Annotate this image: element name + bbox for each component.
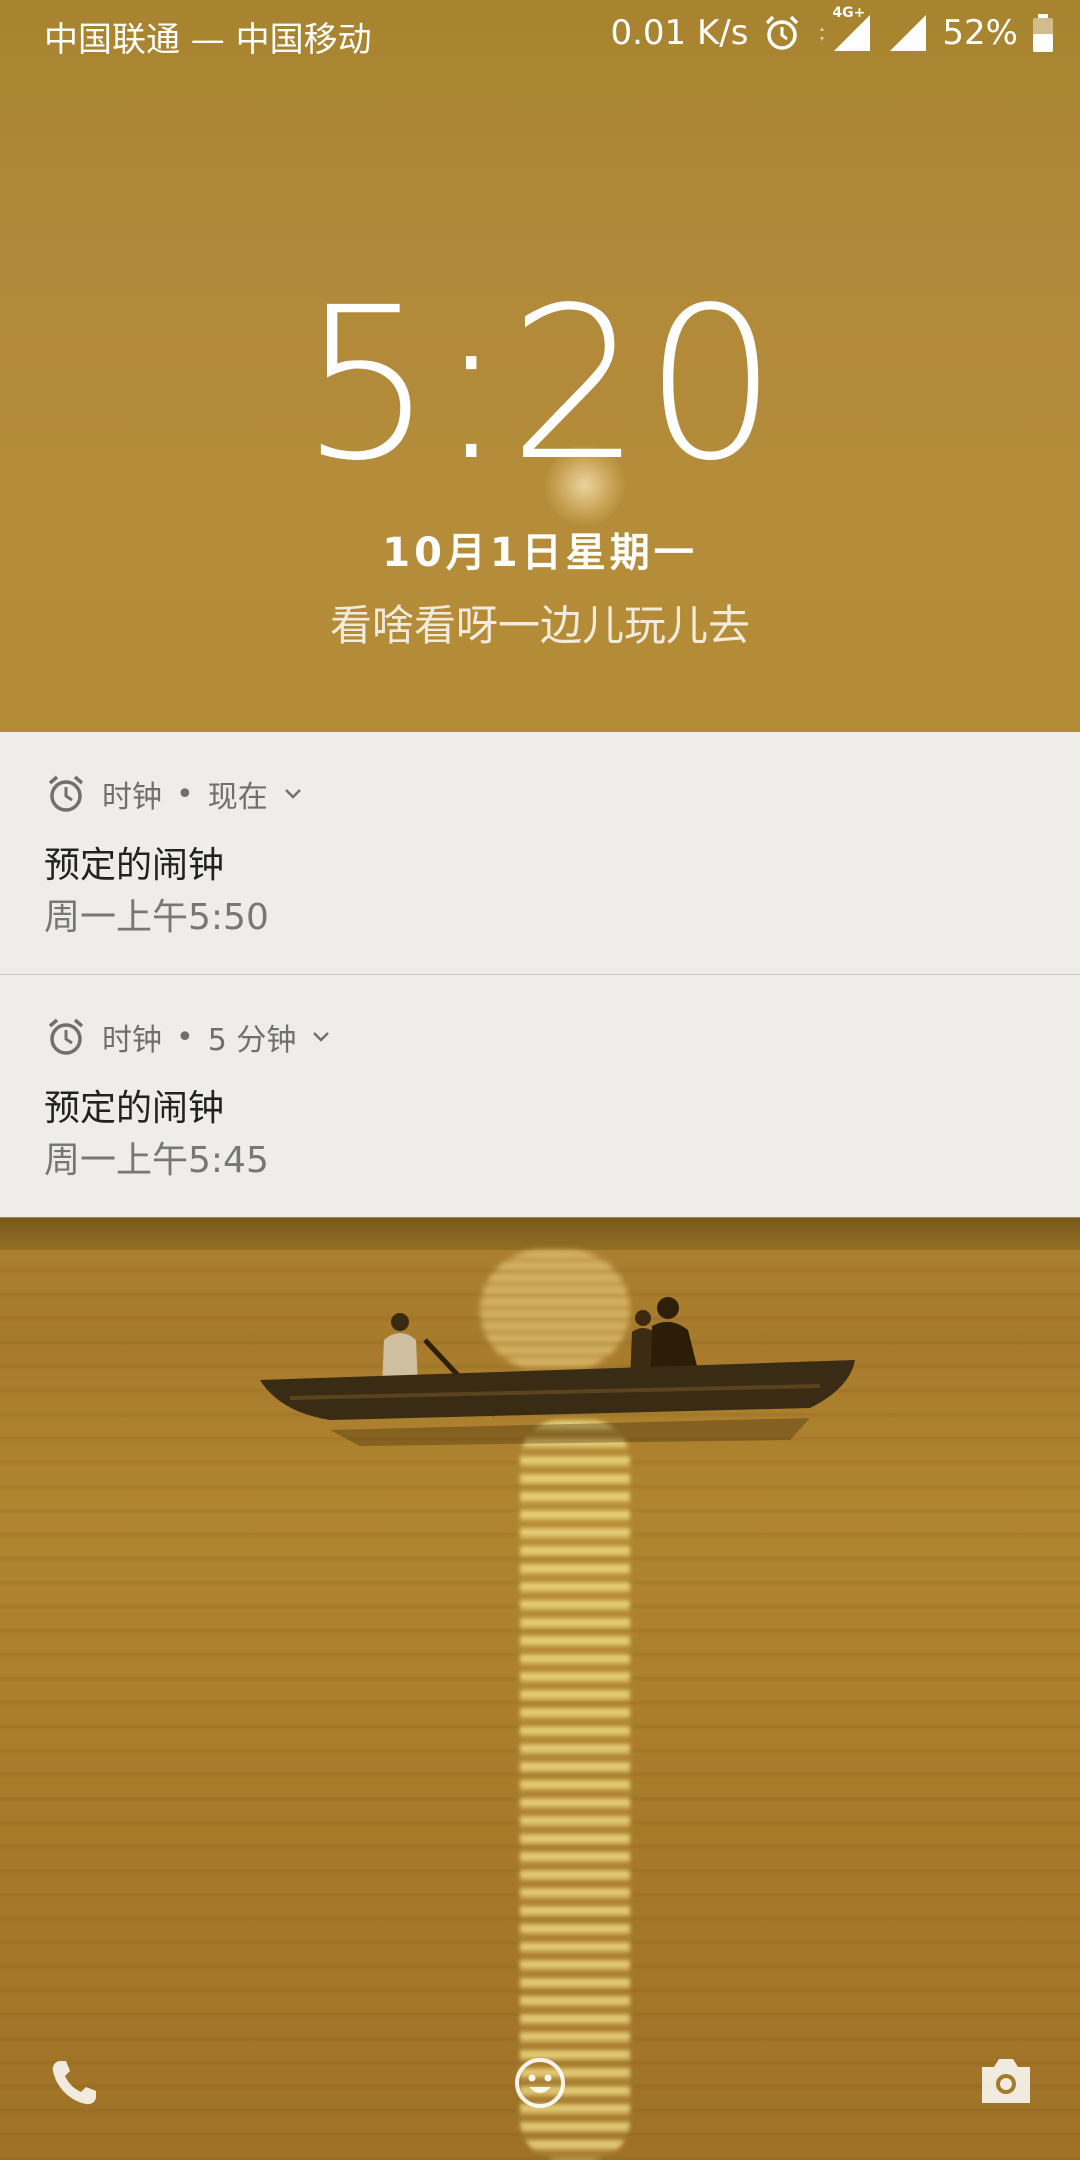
notification-app-name: 时钟 bbox=[102, 780, 162, 815]
notification-title: 预定的闹钟 bbox=[44, 1088, 225, 1129]
camera-icon[interactable] bbox=[978, 2055, 1034, 2107]
owner-info: 看啥看呀一边儿玩儿去 bbox=[329, 601, 750, 650]
notification-time: 现在 bbox=[207, 780, 268, 815]
carrier-label: 中国联通 — 中国移动 bbox=[44, 20, 372, 60]
wallpaper-horizon bbox=[0, 1218, 1080, 1250]
notification-card[interactable]: 时钟 • 现在 预定的闹钟 周一上午5:50 bbox=[0, 732, 1080, 974]
lockscreen-date: 10月1日星期一 bbox=[382, 530, 698, 576]
notification-header: 时钟 • 5 分钟 bbox=[44, 1015, 332, 1059]
battery-percent: 52% bbox=[942, 13, 1018, 53]
alarm-clock-icon bbox=[48, 1018, 84, 1055]
wallpaper-boat bbox=[260, 1297, 855, 1446]
notification-text: 周一上午5:45 bbox=[44, 1140, 269, 1181]
chevron-down-icon[interactable] bbox=[310, 1026, 332, 1048]
phone-icon[interactable] bbox=[46, 2055, 102, 2111]
notification-separator: • bbox=[176, 776, 194, 812]
notification-title: 预定的闹钟 bbox=[44, 845, 225, 886]
notification-card[interactable]: 时钟 • 5 分钟 预定的闹钟 周一上午5:45 bbox=[0, 975, 1080, 1217]
notification-header: 时钟 • 现在 bbox=[44, 772, 304, 816]
alarm-icon bbox=[766, 15, 799, 50]
cell-signal-1: 4G+ bbox=[816, 5, 874, 53]
notification-separator: • bbox=[176, 1019, 194, 1055]
emoji-icon[interactable] bbox=[512, 2055, 568, 2111]
network-speed: 0.01 K/s bbox=[610, 13, 749, 53]
lockscreen-clock: 5:20 bbox=[300, 262, 780, 507]
status-bar: 中国联通 — 中国移动 0.01 K/s 4G+ 52% bbox=[0, 0, 1080, 66]
battery-icon bbox=[1033, 14, 1053, 52]
signal-icon bbox=[820, 15, 871, 51]
alarm-clock-icon bbox=[48, 775, 84, 812]
chevron-down-icon[interactable] bbox=[282, 783, 304, 805]
notification-text: 周一上午5:50 bbox=[44, 897, 269, 938]
notification-app-name: 时钟 bbox=[102, 1023, 162, 1058]
wallpaper-sun-reflection bbox=[520, 1420, 630, 2160]
signal-icon bbox=[890, 15, 927, 51]
status-icons: 0.01 K/s 4G+ 52% bbox=[610, 5, 1054, 56]
notification-time: 5 分钟 bbox=[207, 1023, 297, 1058]
lockscreen: 中国联通 — 中国移动 0.01 K/s 4G+ 52% 5:20 10月1日星… bbox=[0, 0, 1080, 2160]
